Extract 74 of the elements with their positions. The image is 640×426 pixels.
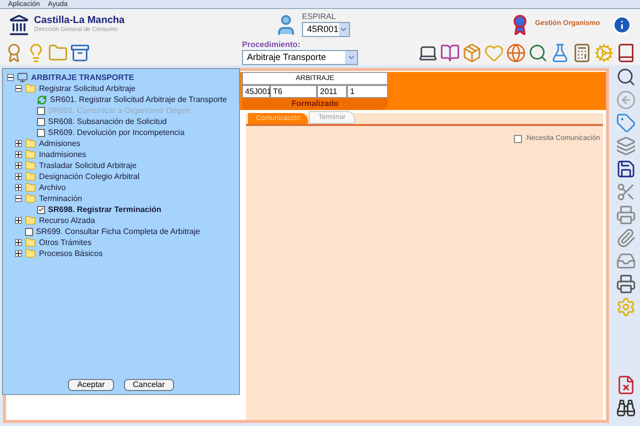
folder-icon	[25, 215, 36, 226]
expander-icon[interactable]	[15, 173, 22, 180]
folder-icon	[25, 149, 36, 160]
expander-icon[interactable]	[15, 217, 22, 224]
printer-icon[interactable]	[616, 205, 636, 225]
expander-icon[interactable]	[15, 140, 22, 147]
printer-icon[interactable]	[616, 274, 636, 294]
expander-icon[interactable]	[15, 85, 22, 92]
computer-icon	[17, 72, 28, 83]
checkbox[interactable]	[514, 135, 522, 144]
checkbox[interactable]	[37, 118, 45, 126]
tree-item[interactable]: Terminación	[39, 192, 82, 204]
expander-icon[interactable]	[15, 239, 22, 246]
globe-icon[interactable]	[506, 42, 526, 62]
expander-icon[interactable]	[15, 151, 22, 158]
tree-item[interactable]: SR609. Devolución por Incompetencia	[48, 126, 185, 138]
tree-item[interactable]: Procesos Básicos	[39, 248, 103, 260]
tree-item[interactable]: Archivo	[39, 182, 66, 194]
tree-item[interactable]: Inadmisiones	[39, 148, 86, 160]
folder-icon	[25, 237, 36, 248]
refresh-icon	[37, 94, 47, 104]
folder-icon	[25, 138, 36, 149]
checkbox[interactable]	[25, 228, 33, 236]
user-label: ESPIRAL	[302, 12, 337, 22]
table-cell: 45J001	[242, 85, 270, 98]
checkbox[interactable]	[37, 206, 45, 214]
procedure-label: Procedimiento:	[242, 40, 302, 50]
tree-item[interactable]: Designación Colegio Arbitral	[39, 170, 140, 182]
folder-icon	[25, 193, 36, 204]
tree-item[interactable]: SR601. Registrar Solicitud Arbitraje de Transporte	[50, 94, 227, 106]
dropdown-caret-icon	[339, 25, 348, 34]
tree-item[interactable]: SR699. Consultar Ficha Completa de Arbitraje	[36, 226, 200, 238]
save-icon[interactable]	[616, 159, 636, 179]
dropdown-caret-icon	[346, 53, 356, 62]
info-icon[interactable]	[612, 14, 632, 34]
expander-icon[interactable]	[15, 250, 22, 257]
dialog-button[interactable]: Aceptar	[68, 379, 114, 391]
tree-item[interactable]: Trasladar Solicitud Arbitraje	[39, 160, 137, 172]
paperclip-icon[interactable]	[616, 228, 636, 248]
table-cell: 1	[347, 85, 388, 98]
binoculars-icon[interactable]	[616, 398, 636, 418]
tree-item[interactable]: Registrar Solicitud Arbitraje	[39, 82, 136, 94]
folder-icon	[25, 248, 36, 259]
table-cell: T6	[270, 85, 317, 98]
expander-icon[interactable]	[15, 195, 22, 202]
search-icon[interactable]	[616, 67, 636, 87]
folder-icon	[25, 160, 36, 171]
expander-icon[interactable]	[15, 184, 22, 191]
checkbox[interactable]	[37, 128, 45, 136]
expander-icon[interactable]	[7, 74, 14, 81]
expander-icon[interactable]	[15, 162, 22, 169]
table-cell: 2011	[317, 85, 347, 98]
record-status: Formalizado	[290, 98, 340, 109]
tag-icon[interactable]	[616, 113, 636, 133]
folder-icon	[25, 83, 36, 94]
book-icon[interactable]	[616, 42, 636, 62]
dialog-button[interactable]: Cancelar	[124, 379, 174, 391]
tree-item[interactable]: SR698. Registrar Terminación	[48, 204, 162, 216]
tree-item[interactable]: SR608. Subsanación de Solicitud	[48, 116, 167, 128]
document-cross-icon[interactable]	[616, 375, 636, 395]
books-icon[interactable]	[440, 42, 460, 62]
tree-root[interactable]: ARBITRAJE TRANSPORTE	[31, 72, 134, 84]
archive-icon[interactable]	[70, 42, 90, 62]
user-select[interactable]: 45R001	[302, 22, 350, 37]
tree-item[interactable]: Admisiones	[39, 138, 80, 150]
flask-icon[interactable]	[550, 42, 570, 62]
tree-item[interactable]: Recurso Alzada	[39, 214, 96, 226]
tree-item[interactable]: Otros Trámites	[39, 236, 92, 248]
folder-icon	[25, 182, 36, 193]
search-icon[interactable]	[528, 42, 548, 62]
folder-icon	[25, 171, 36, 182]
org-name: Castilla-La Mancha	[34, 14, 126, 26]
tray-icon[interactable]	[616, 251, 636, 271]
procedure-select[interactable]: Arbitraje Transporte	[242, 50, 358, 65]
